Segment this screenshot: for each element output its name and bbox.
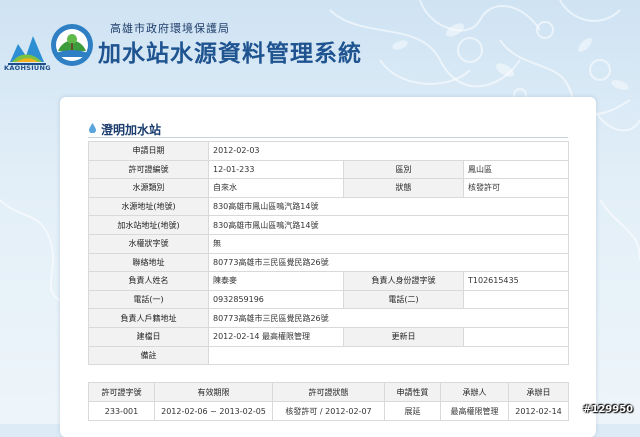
permit-cell-permit-no: 233-001 [88,401,155,421]
created-date-label: 建檔日 [88,326,209,347]
status-value: 核發許可 [463,178,569,198]
phone1-label: 電話(一) [88,289,209,310]
table-row: 負責人戶籍地址 80773高雄市三民區覺民路26號 [88,308,569,328]
remarks-label: 備註 [88,345,209,366]
household-address-value: 80773高雄市三民區覺民路26號 [208,308,569,328]
title-divider [88,137,568,138]
created-date-value: 2012-02-14 最高權限管理 [208,326,344,347]
station-detail-table: 申請日期 2012-02-03 許可證編號 12-01-233 區別 鳳山區 水… [88,141,569,366]
station-name-title: 澄明加水站 [101,123,162,137]
apply-date-label: 申請日期 [88,141,209,161]
updated-date-label: 更新日 [343,326,464,347]
district-value: 鳳山區 [463,159,569,180]
table-row: 水源類別 自來水 狀態 核發許可 [88,178,569,198]
table-row: 申請日期 2012-02-03 [88,141,569,161]
station-address-value: 830高雄市鳳山區鳴汽路14號 [208,215,569,235]
permit-cell-handled-date: 2012-02-14 [508,401,569,421]
table-row: 建檔日 2012-02-14 最高權限管理 更新日 [88,326,569,347]
water-drop-icon [89,123,96,133]
owner-name-value: 陳泰麥 [208,271,344,291]
source-type-value: 自來水 [208,178,344,198]
kaohsiung-logo-text: KAOHSIUNG [4,64,51,72]
site-header: KAOHSIUNG 高雄市政府環境保護局 加水站水源資料管理系統 [0,0,640,92]
permit-header-officer: 承辦人 [440,382,509,402]
table-row: 水源地址(地號) 830高雄市鳳山區鳴汽路14號 [88,196,569,217]
remarks-value [208,345,569,366]
owner-id-label: 負責人身份證字號 [343,271,464,291]
owner-name-label: 負責人姓名 [88,271,209,291]
system-title: 加水站水源資料管理系統 [98,40,362,67]
watermark-id: #129950 [583,404,634,415]
table-row: 水權狀字號 無 [88,233,569,254]
household-address-label: 負責人戶籍地址 [88,308,209,328]
source-address-label: 水源地址(地號) [88,196,209,217]
permit-no-label: 許可證編號 [88,159,209,180]
source-type-label: 水源類別 [88,178,209,198]
permit-history-table: 許可證字號 有效期限 許可證狀態 申請性質 承辦人 承辦日 233-001 20… [88,382,569,421]
station-address-label: 加水站地址(地號) [88,215,209,235]
permit-header-application-type: 申請性質 [384,382,441,402]
permit-cell-status: 核發許可 / 2012-02-07 [272,401,385,421]
district-label: 區別 [343,159,464,180]
status-label: 狀態 [343,178,464,198]
table-row: 許可證編號 12-01-233 區別 鳳山區 [88,159,569,180]
permit-header-handled-date: 承辦日 [508,382,569,402]
phone1-value: 0932859196 [208,289,344,310]
contact-address-label: 聯絡地址 [88,252,209,273]
permit-no-value: 12-01-233 [208,159,344,180]
table-row: 233-001 2012-02-06 ~ 2013-02-05 核發許可 / 2… [88,401,569,421]
table-row: 電話(一) 0932859196 電話(二) [88,289,569,310]
table-header-row: 許可證字號 有效期限 許可證狀態 申請性質 承辦人 承辦日 [88,382,569,402]
permit-header-permit-no: 許可證字號 [88,382,155,402]
phone2-label: 電話(二) [343,289,464,310]
permit-header-validity: 有效期限 [154,382,273,402]
phone2-value [463,289,569,310]
table-row: 備註 [88,345,569,366]
table-row: 聯絡地址 80773高雄市三民區覺民路26號 [88,252,569,273]
owner-id-value: T102615435 [463,271,569,291]
water-right-label: 水權狀字號 [88,233,209,254]
permit-cell-application-type: 展延 [384,401,441,421]
table-row: 負責人姓名 陳泰麥 負責人身份證字號 T102615435 [88,271,569,291]
table-row: 加水站地址(地號) 830高雄市鳳山區鳴汽路14號 [88,215,569,235]
permit-header-status: 許可證狀態 [272,382,385,402]
epa-logo-icon [51,24,93,66]
permit-cell-officer: 最高權限管理 [440,401,509,421]
water-right-value: 無 [208,233,569,254]
source-address-value: 830高雄市鳳山區鳴汽路14號 [208,196,569,217]
updated-date-value [463,326,569,347]
permit-cell-validity: 2012-02-06 ~ 2013-02-05 [154,401,273,421]
apply-date-value: 2012-02-03 [208,141,569,161]
contact-address-value: 80773高雄市三民區覺民路26號 [208,252,569,273]
